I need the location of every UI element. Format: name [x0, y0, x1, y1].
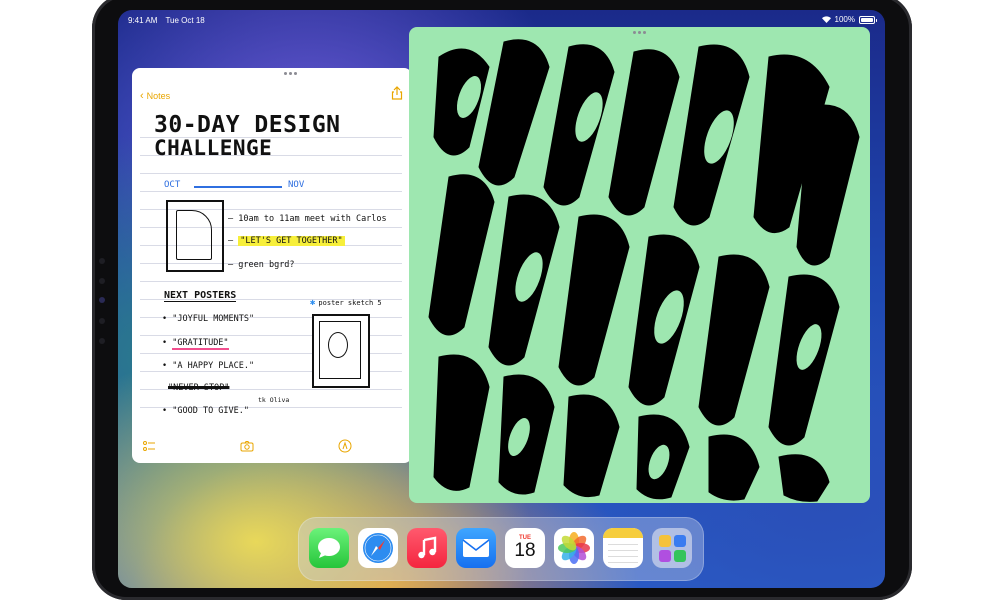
camera-dot [99, 338, 105, 344]
poster-item: • "JOYFUL MOMENTS" [162, 314, 255, 324]
timeline-arrow [194, 186, 282, 188]
photos-icon[interactable] [554, 528, 594, 568]
task-item: – 10am to 11am meet with Carlos [228, 214, 387, 224]
poster-item: • "A HAPPY PLACE." [162, 361, 255, 371]
next-posters-title: NEXT POSTERS [164, 290, 237, 302]
poster-text: "JOYFUL MOMENTS" [172, 314, 255, 324]
note-title-line2: CHALLENGE [154, 136, 273, 160]
status-date: Tue Oct 18 [165, 16, 205, 25]
camera-dot [99, 258, 105, 264]
task-item: – "LET'S GET TOGETHER" [228, 236, 345, 246]
notes-window-grabber[interactable] [284, 72, 297, 75]
notes-back-button[interactable]: ‹ Notes [140, 90, 170, 102]
poster-sketch-drawing [312, 314, 370, 388]
poster-text: "A HAPPY PLACE." [172, 361, 255, 371]
wifi-icon [821, 16, 831, 23]
task-item: – green bgrd? [228, 260, 295, 270]
calendar-icon[interactable]: TUE 18 [505, 528, 545, 568]
timeline: OCT NOV [164, 180, 314, 192]
note-title-line1: 30-DAY DESIGN [154, 112, 341, 138]
sketch-drawing [166, 200, 224, 272]
poster-text: "GOOD TO GIVE." [172, 406, 250, 416]
sketch-label: ✱ poster sketch 5 [310, 298, 382, 308]
camera-dot [99, 278, 105, 284]
status-time-date: 9:41 AM Tue Oct 18 [128, 16, 211, 25]
notes-toolbar [132, 429, 412, 463]
task-text-highlighted: "LET'S GET TOGETHER" [238, 236, 345, 246]
mail-icon[interactable] [456, 528, 496, 568]
asterisk-icon: ✱ [310, 298, 316, 308]
safari-icon[interactable] [358, 528, 398, 568]
struck-item: "NEVER STOP" [168, 383, 230, 393]
status-indicators: 100% [821, 15, 877, 24]
camera-icon[interactable] [240, 439, 254, 453]
notes-window[interactable]: ‹ Notes 30-DAY DESIGN CHALLENGE OCT NOV … [132, 68, 412, 463]
notes-icon-lines [608, 544, 638, 566]
markup-icon[interactable] [338, 439, 352, 453]
app-library-grid [658, 534, 686, 562]
poster-text: "GRATITUDE" [172, 338, 229, 350]
notes-navbar: ‹ Notes [132, 68, 412, 104]
poster-item: • "GOOD TO GIVE." [162, 406, 250, 416]
ipad-screen: 9:41 AM Tue Oct 18 100% ‹ Notes 30-DAY D… [118, 10, 885, 588]
chevron-left-icon: ‹ [140, 90, 144, 102]
battery-icon [859, 15, 877, 24]
checklist-icon[interactable] [142, 439, 156, 453]
back-label: Notes [146, 91, 171, 101]
timeline-start: OCT [164, 180, 181, 190]
battery-percent: 100% [834, 15, 855, 24]
music-icon[interactable] [407, 528, 447, 568]
notes-icon[interactable] [603, 528, 643, 568]
poster-item: • "GRATITUDE" [162, 338, 229, 350]
timeline-end: NOV [288, 180, 305, 190]
task-text: green bgrd? [238, 260, 295, 270]
messages-icon[interactable] [309, 528, 349, 568]
poster-artwork [428, 39, 860, 502]
app-library-icon[interactable] [652, 528, 692, 568]
task-text: 10am to 11am meet with Carlos [238, 214, 387, 224]
sketch-label-text: poster sketch 5 [318, 299, 382, 307]
calendar-date: 18 [514, 539, 536, 561]
camera-dot [99, 318, 105, 324]
status-time: 9:41 AM [128, 16, 158, 25]
share-icon[interactable] [390, 86, 404, 100]
poster-app-window[interactable] [409, 27, 870, 503]
dock: TUE 18 [298, 517, 704, 581]
credit-note: tk Oliva [258, 396, 290, 404]
notes-icon-header [603, 528, 643, 538]
front-camera [99, 297, 105, 303]
